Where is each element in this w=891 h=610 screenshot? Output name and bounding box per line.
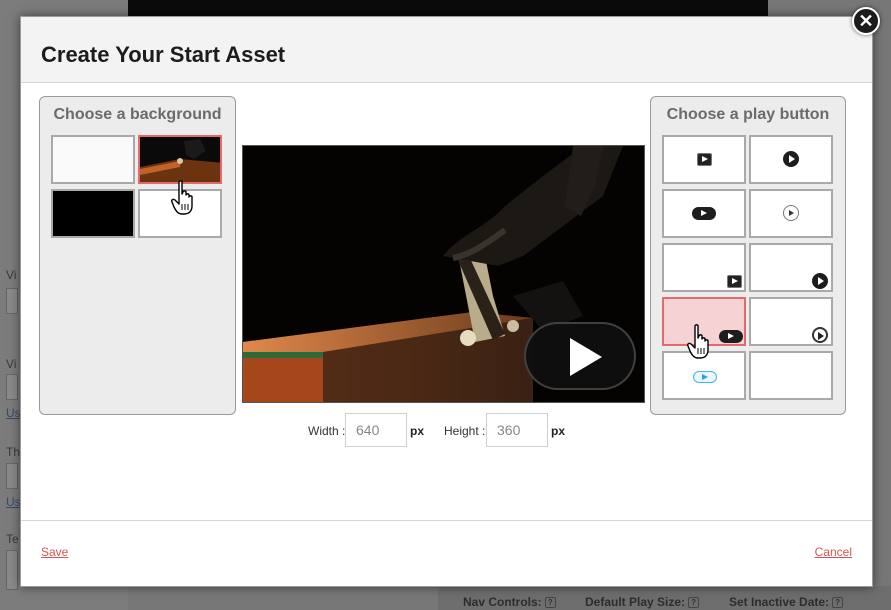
play-option-ring[interactable] [749, 189, 833, 238]
width-unit: px [410, 424, 425, 438]
background-label: Vi [6, 357, 17, 371]
square-play-icon [727, 275, 742, 288]
play-option-pill[interactable] [662, 189, 746, 238]
circle-play-icon [812, 273, 828, 289]
background-field [6, 374, 18, 400]
pill-play-icon [719, 330, 743, 343]
background-option-white-2[interactable] [138, 189, 222, 238]
play-option-corner-circle[interactable] [749, 243, 833, 292]
save-link[interactable]: Save [41, 545, 68, 559]
background-option-white[interactable] [51, 135, 135, 184]
video-frame-thumbnail [140, 137, 220, 182]
background-inactive-date-label: Set Inactive Date:? [729, 595, 844, 609]
height-label: Height : [444, 424, 486, 438]
background-label: Te [6, 532, 19, 546]
large-play-button[interactable] [524, 322, 636, 390]
blue-pill-play-icon [693, 371, 717, 383]
background-field [6, 550, 18, 590]
width-label: Width : [308, 424, 346, 438]
play-button-chooser-title: Choose a play button [666, 106, 830, 123]
background-play-size-label: Default Play Size:? [585, 595, 700, 609]
background-option-video-frame[interactable] [138, 135, 222, 184]
play-option-none[interactable] [749, 351, 833, 400]
background-nav-controls-label: Nav Controls:? [463, 595, 556, 609]
play-option-corner-square[interactable] [662, 243, 746, 292]
video-preview [242, 145, 645, 403]
background-link: Us [6, 406, 21, 420]
pill-play-icon [692, 207, 716, 220]
play-option-blue-pill[interactable] [662, 351, 746, 400]
circle-play-icon [783, 151, 799, 167]
background-chooser-panel: Choose a background [39, 96, 236, 415]
ring-play-icon [783, 205, 799, 221]
height-unit: px [551, 424, 566, 438]
help-icon: ? [832, 597, 844, 608]
ring-play-icon [812, 327, 828, 343]
background-label: Vi [6, 268, 17, 282]
background-field [6, 288, 18, 314]
cancel-link[interactable]: Cancel [815, 545, 852, 559]
close-button[interactable]: ✕ [852, 7, 880, 35]
background-label: Th [6, 445, 21, 459]
play-option-corner-pill[interactable] [662, 297, 746, 346]
play-button-chooser-panel: Choose a play button [650, 96, 846, 415]
dialog-header: Create Your Start Asset [21, 17, 872, 83]
background-chooser-title: Choose a background [53, 106, 222, 123]
help-icon: ? [544, 597, 556, 608]
play-option-circle[interactable] [749, 135, 833, 184]
play-option-square[interactable] [662, 135, 746, 184]
play-option-corner-ring[interactable] [749, 297, 833, 346]
height-input[interactable] [486, 413, 548, 447]
width-input[interactable] [345, 413, 407, 447]
footer-divider [21, 520, 872, 521]
help-icon: ? [688, 597, 700, 608]
square-play-icon [697, 153, 712, 166]
background-link: Us [6, 495, 21, 509]
dialog-title: Create Your Start Asset [41, 42, 286, 67]
background-option-black[interactable] [51, 189, 135, 238]
background-field [6, 463, 18, 489]
start-asset-dialog: Create Your Start Asset Choose a backgro… [20, 16, 873, 587]
